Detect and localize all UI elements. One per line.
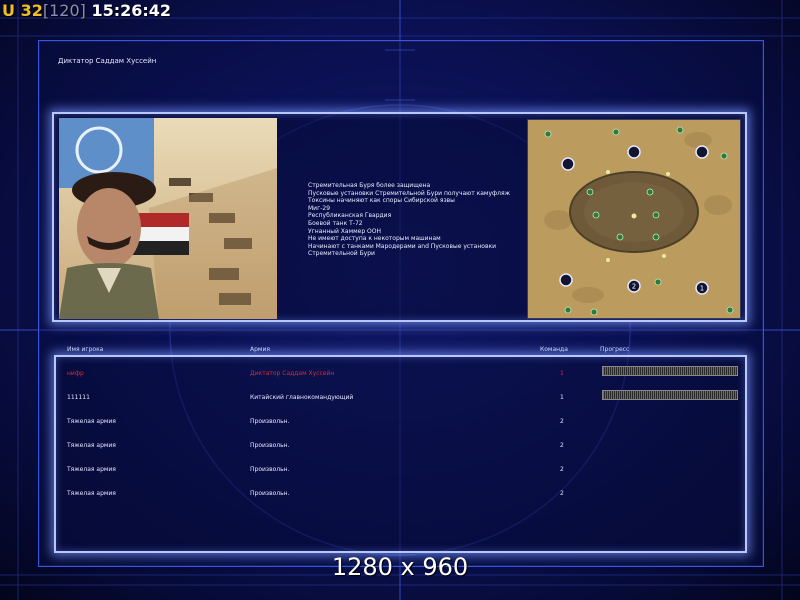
player-row[interactable]: нифр Диктатор Саддам Хуссейн 1 xyxy=(0,366,800,382)
player-team[interactable]: 2 xyxy=(560,418,564,425)
briefing-line: Токсины начиняют как споры Сибирской язв… xyxy=(308,197,455,205)
briefing-line: Миг-29 xyxy=(308,204,331,212)
briefing-line: Стремительная Буря более защищена xyxy=(308,182,431,189)
briefing-line: Стремительной Бури xyxy=(308,250,375,258)
player-name: Тяжелая армия xyxy=(67,418,116,425)
briefing-line: Угнанный Хаммер ООН xyxy=(308,227,382,235)
briefing-line: Пусковые установки Стремительной Бури по… xyxy=(308,189,510,197)
page-title: Диктатор Саддам Хуссейн xyxy=(58,57,157,65)
player-name: 111111 xyxy=(67,394,90,401)
player-row[interactable]: 111111 Китайский главнокомандующий 1 xyxy=(0,390,800,406)
map-terrain: 2 1 xyxy=(528,120,740,318)
player-army[interactable]: Диктатор Саддам Хуссейн xyxy=(250,370,334,377)
map-start-position xyxy=(695,145,709,159)
briefing-line: Боевой танк Т-72 xyxy=(308,219,363,227)
general-portrait-image xyxy=(59,118,277,319)
load-progress-bar xyxy=(602,390,738,400)
general-portrait xyxy=(59,118,277,319)
player-name: Тяжелая армия xyxy=(67,490,116,497)
resolution-overlay: 1280 x 960 xyxy=(331,553,469,581)
briefing-line: Не имеют доступа к некоторым машинам xyxy=(308,235,441,243)
unit-count: 32 xyxy=(20,1,43,20)
player-army[interactable]: Произвольн. xyxy=(250,466,290,473)
player-row[interactable]: Тяжелая армия Произвольн. 2 xyxy=(0,466,800,478)
player-team[interactable]: 2 xyxy=(560,490,564,497)
player-army[interactable]: Произвольн. xyxy=(250,418,290,425)
player-army[interactable]: Произвольн. xyxy=(250,490,290,497)
player-row[interactable]: Тяжелая армия Произвольн. 2 xyxy=(0,442,800,454)
player-army[interactable]: Произвольн. xyxy=(250,442,290,449)
load-progress-bar xyxy=(602,366,738,376)
player-team[interactable]: 2 xyxy=(560,466,564,473)
map-preview[interactable]: 2 1 xyxy=(527,119,741,319)
map-start-number: 2 xyxy=(632,283,636,291)
hud-status: U 32[120] 15:26:42 xyxy=(2,1,171,20)
column-header-army: Армия xyxy=(250,346,270,353)
briefing-line: Республиканская Гвардия xyxy=(308,212,392,220)
map-start-number: 1 xyxy=(700,285,704,293)
player-team[interactable]: 1 xyxy=(560,370,564,377)
column-header-progress: Прогресс xyxy=(600,346,630,353)
player-army[interactable]: Китайский главнокомандующий xyxy=(250,394,353,401)
player-team[interactable]: 1 xyxy=(560,394,564,401)
column-header-player-name: Имя игрока xyxy=(67,346,104,353)
ping-indicator: [120] xyxy=(42,1,86,20)
map-start-position xyxy=(627,145,641,159)
player-team[interactable]: 2 xyxy=(560,442,564,449)
clock: 15:26:42 xyxy=(91,1,172,20)
player-name: Тяжелая армия xyxy=(67,442,116,449)
player-list-panel xyxy=(54,355,747,553)
player-row[interactable]: Тяжелая армия Произвольн. 2 xyxy=(0,490,800,502)
player-name: нифр xyxy=(67,370,84,377)
briefing-line: Начинают с танками Мародерами and Пусков… xyxy=(308,242,497,250)
unit-label: U xyxy=(2,1,15,20)
map-start-position xyxy=(561,157,575,171)
army-description: Стремительная Буря более защищена Пусков… xyxy=(308,182,523,258)
map-start-position xyxy=(559,273,573,287)
player-name: Тяжелая армия xyxy=(67,466,116,473)
player-row[interactable]: Тяжелая армия Произвольн. 2 xyxy=(0,418,800,430)
column-header-team: Команда xyxy=(540,346,568,353)
